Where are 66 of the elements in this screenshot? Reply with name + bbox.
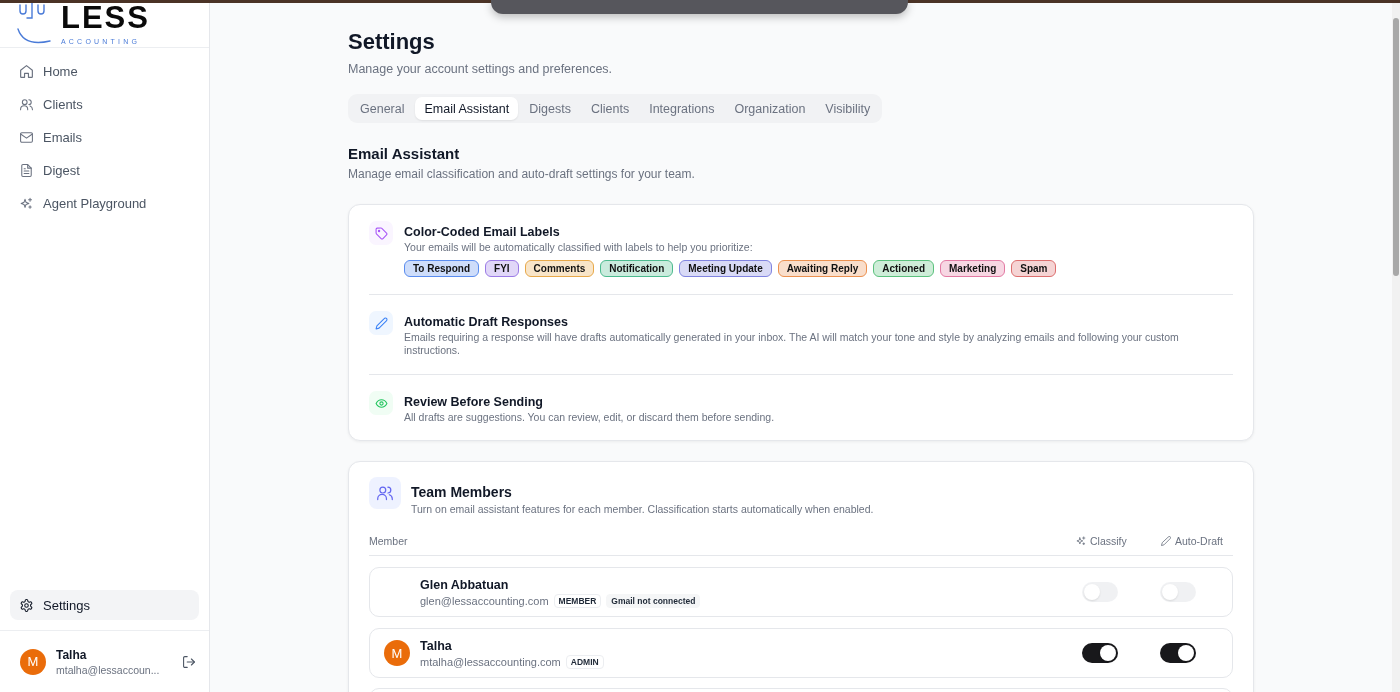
logout-icon [183,655,195,668]
feature-title: Automatic Draft Responses [404,314,568,330]
feature-description: All drafts are suggestions. You can review, edit, or discard them before sending. [404,411,775,424]
email-label-chip: FYI [485,260,519,277]
feature-title: Color-Coded Email Labels [404,224,560,240]
settings-tab[interactable]: General [351,97,414,120]
member-tag: MEMBER [553,593,602,608]
home-icon [20,64,33,78]
nav-item[interactable]: Clients [10,89,199,119]
user-name: Talha [56,647,87,662]
member-name: Glen Abbatuan [420,576,509,593]
email-label-chip: To Respond [404,260,480,277]
user-email: mtalha@lessaccoun... [56,663,160,676]
section-title: Email Assistant [348,144,461,164]
settings-tab[interactable]: Clients [581,97,639,120]
member-tag: Gmail not connected [606,593,701,608]
settings-tab[interactable]: Digests [520,97,580,120]
email-label-chip: Actioned [873,260,934,277]
settings-tab[interactable]: Integrations [640,97,724,120]
nav-item[interactable]: Digest [10,155,199,185]
feature-description: Your emails will be automatically classified with labels to help you prioritize: [404,241,753,254]
email-label-chip: Awaiting Reply [777,260,868,277]
mail-icon [20,130,33,144]
email-label-chip: Meeting Update [679,260,772,277]
nav-item[interactable]: Emails [10,122,199,152]
member-email: glen@lessaccounting.com [420,594,549,607]
page-subtitle: Manage your account settings and preferences. [348,61,614,77]
tag-icon [369,221,393,245]
users-icon [20,97,33,111]
feature-title: Review Before Sending [404,394,543,410]
settings-icon [20,598,33,612]
column-header: Classify [1090,535,1127,547]
logout-button[interactable] [183,655,195,668]
sparkle-icon [20,196,33,210]
member-name: Talha [420,637,452,654]
member-email: mtalha@lessaccounting.com [420,655,561,668]
column-header: Auto-Draft [1175,535,1223,547]
team-description: Turn on email assistant features for each member. Classification starts automatically when enabled. [411,502,874,516]
user-avatar: M [384,640,410,666]
section-subtitle: Manage email classification and auto-draft settings for your team. [348,166,696,182]
feature-description: Emails requiring a response will have drafts automatically generated in your inbox. The AI will match your tone and style by analyzing emails and following your custom instructions. [404,331,1180,357]
settings-tab[interactable]: Visibility [816,97,880,120]
eye-icon [369,391,393,415]
nav-item[interactable]: Home [10,56,199,86]
settings-tab[interactable]: Organization [725,97,815,120]
pencil-icon [369,311,393,335]
users-icon [369,477,401,509]
document-icon [20,163,33,177]
email-label-chip: Notification [600,260,674,277]
nav-item[interactable]: Settings [10,590,199,620]
toggle-switch[interactable] [1082,643,1118,663]
pencil-icon [1161,536,1171,546]
toggle-switch[interactable] [1160,643,1196,663]
sparkle-icon [1076,536,1086,546]
user-avatar: M [20,648,46,675]
email-label-chip: Spam [1011,260,1057,277]
column-header: Member [369,535,408,547]
logo-wordmark: LESS [61,3,150,33]
settings-tab[interactable]: Email Assistant [415,97,519,120]
member-tag: ADMIN [565,654,604,669]
email-label-chip: Marketing [940,260,1006,277]
nav-item[interactable]: Agent Playground [10,188,199,218]
team-title: Team Members [411,483,513,501]
email-label-chip: Comments [524,260,595,277]
page-title: Settings [348,29,436,55]
scrollbar-thumb[interactable] [1393,18,1399,276]
